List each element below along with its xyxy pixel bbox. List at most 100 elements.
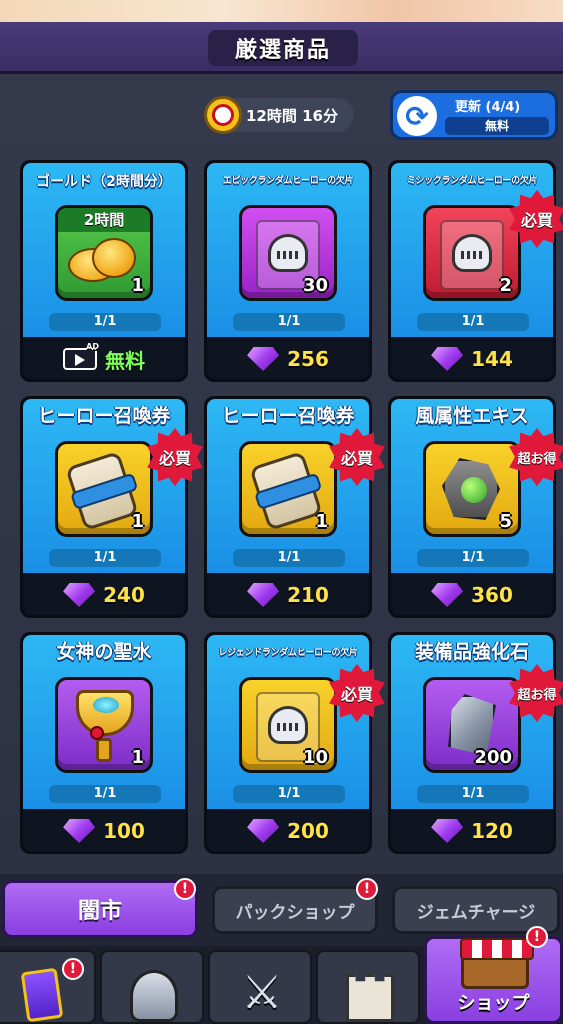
knight-helmet-icon: [130, 970, 178, 1022]
card-title: ゴールド（2時間分）: [36, 174, 172, 190]
price-text: 360: [471, 583, 513, 607]
bottom-nav: ! ⚔ ショップ !: [0, 926, 563, 1024]
title-bar: 厳選商品: [0, 22, 563, 74]
item-quantity: 1: [131, 511, 144, 532]
card-title: 風属性エキス: [415, 405, 529, 427]
item-quantity: 1: [131, 275, 144, 296]
gem-icon: [431, 819, 463, 843]
nav-label: ショップ: [457, 993, 530, 1014]
card-icon: [20, 967, 64, 1023]
stock-count: 1/1: [417, 785, 529, 803]
price[interactable]: 256: [207, 339, 369, 379]
tab-pack-shop[interactable]: パックショップ: [212, 886, 378, 934]
refresh-timer: 12時間 16分: [204, 96, 354, 134]
enhance-stone-icon: 200: [423, 677, 521, 773]
gem-icon: [431, 583, 463, 607]
stock-count: 1/1: [49, 549, 161, 567]
gem-icon: [247, 347, 279, 371]
alert-badge: !: [174, 878, 196, 900]
card-title: ヒーロー召喚券: [37, 405, 171, 427]
item-quantity: 1: [131, 747, 144, 768]
item-quantity: 10: [302, 747, 328, 768]
nav-battle[interactable]: ⚔: [208, 950, 312, 1024]
hero-shard-icon: 2: [423, 205, 521, 301]
stock-count: 1/1: [233, 785, 345, 803]
price-text: 無料: [105, 348, 145, 373]
shop-card-holy-water[interactable]: 女神の聖水 1 1/1 100: [20, 632, 188, 854]
item-quantity: 200: [474, 747, 512, 768]
gem-icon: [247, 819, 279, 843]
price[interactable]: 240: [23, 575, 185, 615]
stock-count: 1/1: [233, 549, 345, 567]
shop-card-legend-shard[interactable]: レジェンドランダムヒーローの欠片 10 1/1 200: [204, 632, 372, 854]
price[interactable]: 144: [391, 339, 553, 379]
refresh-label: 更新 (4/4): [455, 100, 521, 115]
wind-essence-icon: 5: [423, 441, 521, 537]
price-text: 240: [103, 583, 145, 607]
page-title: 厳選商品: [208, 30, 358, 66]
shop-stall-icon: [460, 938, 534, 989]
top-banner-strip: [0, 0, 563, 22]
price-free-ad[interactable]: AD 無料: [23, 339, 185, 379]
item-quantity: 30: [302, 275, 328, 296]
stock-count: 1/1: [233, 313, 345, 331]
timer-text: 12時間 16分: [246, 106, 338, 125]
holy-water-icon: 1: [55, 677, 153, 773]
price[interactable]: 360: [391, 575, 553, 615]
nav-cards[interactable]: [0, 950, 96, 1024]
stock-count: 1/1: [49, 313, 161, 331]
alert-badge: !: [526, 926, 548, 948]
price[interactable]: 200: [207, 811, 369, 851]
shop-card-summon-ticket-2[interactable]: ヒーロー召喚券 1 1/1 210: [204, 396, 372, 618]
castle-icon: [346, 974, 394, 1022]
price[interactable]: 210: [207, 575, 369, 615]
price[interactable]: 120: [391, 811, 553, 851]
price-text: 210: [287, 583, 329, 607]
shop-card-enhance-stone[interactable]: 装備品強化石 200 1/1 120: [388, 632, 556, 854]
nav-castle[interactable]: [316, 950, 420, 1024]
gem-icon: [63, 583, 95, 607]
video-ad-icon: AD: [63, 342, 99, 370]
gem-icon: [247, 583, 279, 607]
tab-black-market[interactable]: 闇市: [2, 880, 198, 938]
card-title: ヒーロー召喚券: [221, 405, 355, 427]
summon-ticket-icon: 1: [239, 441, 337, 537]
crossed-swords-icon: ⚔: [241, 965, 283, 1019]
shop-card-wind-essence[interactable]: 風属性エキス 5 1/1 360: [388, 396, 556, 618]
price[interactable]: 100: [23, 811, 185, 851]
stopwatch-icon: [204, 96, 242, 134]
card-title: レジェンドランダムヒーローの欠片: [218, 648, 358, 658]
card-title: 装備品強化石: [414, 641, 529, 663]
stock-count: 1/1: [417, 549, 529, 567]
card-title: エピックランダムヒーローの欠片: [222, 176, 354, 186]
card-title: ミシックランダムヒーローの欠片: [406, 176, 538, 186]
shop-card-summon-ticket-1[interactable]: ヒーロー召喚券 1 1/1 240: [20, 396, 188, 618]
summon-ticket-icon: 1: [55, 441, 153, 537]
item-quantity: 2: [499, 275, 512, 296]
card-title: 女神の聖水: [56, 641, 152, 663]
stock-count: 1/1: [49, 785, 161, 803]
hero-shard-icon: 30: [239, 205, 337, 301]
nav-heroes[interactable]: [100, 950, 204, 1024]
refresh-button[interactable]: ⟳ 更新 (4/4) 無料: [390, 90, 558, 140]
price-text: 256: [287, 347, 329, 371]
tab-label: パックショップ: [235, 902, 355, 923]
duration-label: 2時間: [58, 208, 150, 232]
shop-card-gold[interactable]: ゴールド（2時間分） 2時間 1 1/1 AD 無料: [20, 160, 188, 382]
item-quantity: 1: [315, 511, 328, 532]
price-text: 120: [471, 819, 513, 843]
nav-shop[interactable]: ショップ: [424, 936, 563, 1024]
shop-card-epic-shard[interactable]: エピックランダムヒーローの欠片 30 1/1 256: [204, 160, 372, 382]
refresh-cost: 無料: [445, 117, 549, 135]
price-text: 144: [471, 347, 513, 371]
gem-icon: [63, 819, 95, 843]
item-quantity: 5: [499, 511, 512, 532]
refresh-icon: ⟳: [397, 96, 437, 136]
stock-count: 1/1: [417, 313, 529, 331]
tab-label: ジェムチャージ: [416, 902, 536, 923]
shop-card-mythic-shard[interactable]: ミシックランダムヒーローの欠片 2 1/1 144: [388, 160, 556, 382]
price-text: 200: [287, 819, 329, 843]
gold-coins-icon: 2時間 1: [55, 205, 153, 301]
hero-shard-icon: 10: [239, 677, 337, 773]
alert-badge: !: [356, 878, 378, 900]
